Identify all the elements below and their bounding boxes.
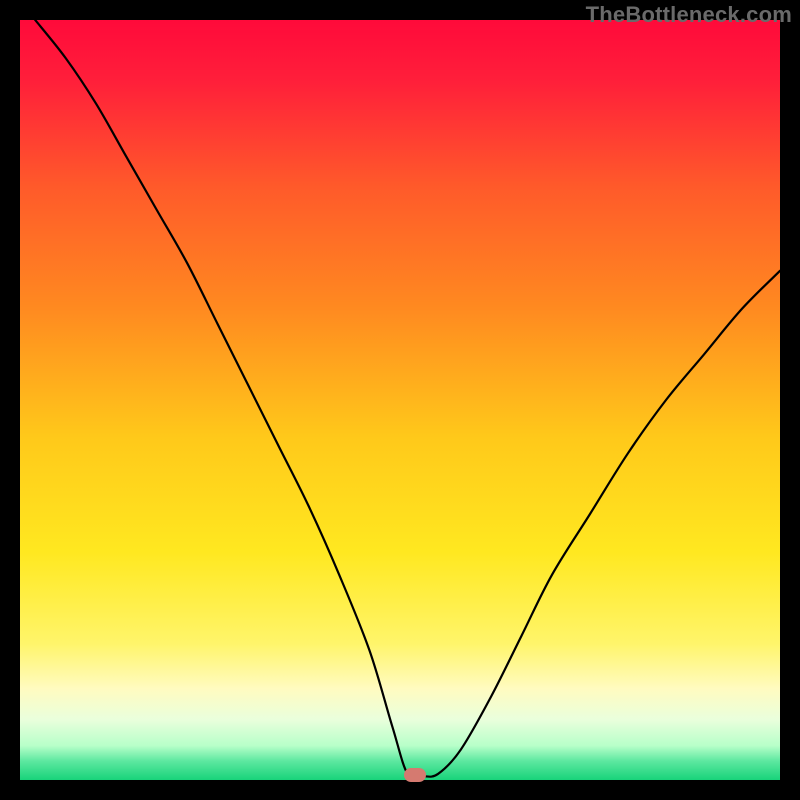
chart-svg: [20, 20, 780, 780]
watermark-text: TheBottleneck.com: [586, 2, 792, 28]
optimal-marker-icon: [404, 768, 426, 782]
chart-container: TheBottleneck.com: [0, 0, 800, 800]
plot-area: [20, 20, 780, 780]
